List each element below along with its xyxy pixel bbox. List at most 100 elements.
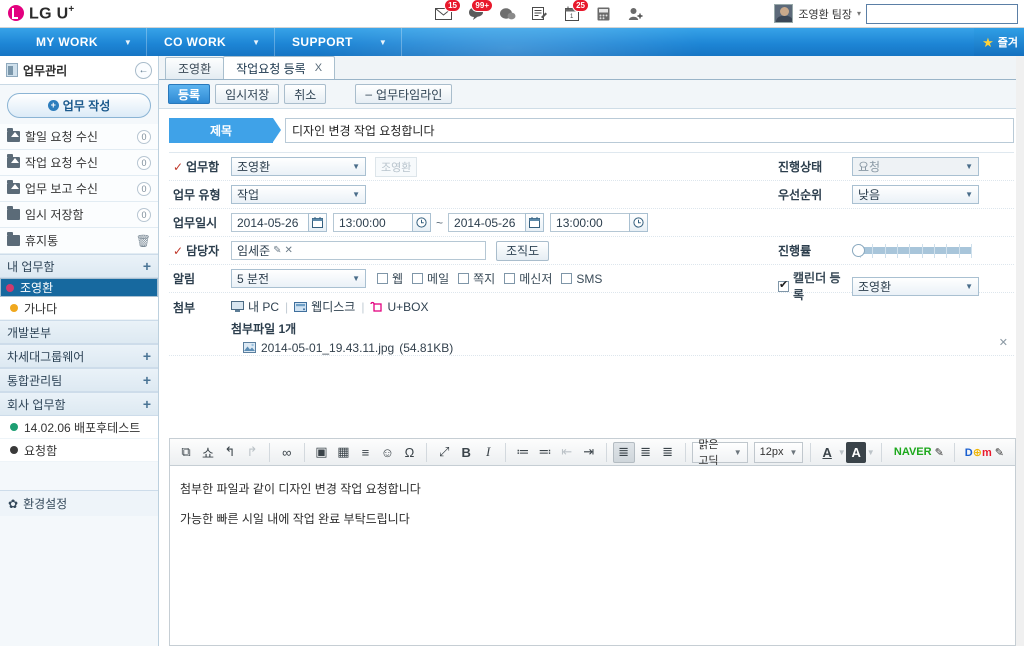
remove-icon[interactable]: ✕	[285, 245, 293, 256]
font-size-select[interactable]: 12px ▼	[753, 441, 804, 463]
ordered-list-icon[interactable]: ≔	[512, 442, 534, 463]
add-contact-icon[interactable]	[626, 4, 645, 23]
attachment-delete-icon[interactable]: ✕	[999, 336, 1008, 349]
workbox-select[interactable]: 조영환 ▼	[231, 157, 366, 176]
register-button[interactable]: 등록	[168, 84, 211, 104]
checkbox[interactable]	[561, 273, 573, 284]
chevron-down-icon[interactable]: ▼	[866, 442, 875, 463]
chat-icon[interactable]	[498, 4, 517, 23]
tab-task-request-register[interactable]: 작업요청 등록 X	[223, 56, 336, 79]
compose-task-button[interactable]: + 업무 작성	[7, 93, 151, 118]
sidebar-item-ganada[interactable]: 가나다	[0, 297, 158, 320]
nav-my-work[interactable]: MY WORK ▼	[22, 28, 148, 56]
sidebar-item-trash[interactable]: 휴지통 🗑	[0, 228, 158, 254]
checkbox[interactable]	[778, 279, 789, 292]
link-icon[interactable]: ∞	[276, 442, 298, 463]
close-icon[interactable]: X	[315, 62, 322, 74]
emoticon-icon[interactable]: ☺	[376, 442, 398, 463]
add-icon[interactable]: +	[143, 259, 151, 273]
calendar-icon[interactable]: 1 25	[562, 0, 589, 23]
sidebar-item-jo-younghwan[interactable]: 조영환	[0, 278, 158, 297]
end-time-clock-icon[interactable]	[629, 213, 649, 232]
sidebar-item-deploy-test[interactable]: 14.02.06 배포후테스트	[0, 416, 158, 439]
memo-icon[interactable]	[530, 4, 549, 23]
tab-jo-younghwan[interactable]: 조영환	[165, 57, 225, 79]
start-date-input[interactable]: 2014-05-26	[231, 213, 309, 232]
outdent-icon[interactable]: ⇤	[556, 442, 578, 463]
sidebar-group-nextgen-groupware[interactable]: 차세대그룹웨어 +	[0, 344, 158, 368]
font-family-select[interactable]: 맑은고딕 ▼	[692, 439, 748, 467]
alarm-channel-note[interactable]: 쪽지	[458, 270, 495, 287]
org-chart-button[interactable]: 조직도	[496, 240, 550, 261]
editor-body[interactable]: 첨부한 파일과 같이 디자인 변경 작업 요청합니다 가능한 빠른 시일 내에 …	[169, 465, 1016, 646]
notice-icon[interactable]: 99+	[466, 0, 493, 23]
attach-source-ubox[interactable]: U+BOX	[370, 300, 428, 314]
sidebar-group-company-workbox[interactable]: 회사 업무함 +	[0, 392, 158, 416]
italic-icon[interactable]: I	[477, 442, 499, 463]
slider-handle[interactable]	[852, 244, 865, 257]
mail-icon[interactable]: 15	[434, 0, 461, 23]
align-center-icon[interactable]: ≣	[635, 442, 657, 463]
trash-icon[interactable]: 🗑	[136, 234, 151, 248]
user-name[interactable]: 조영환 팀장	[798, 6, 852, 22]
source-icon[interactable]: ⧉	[175, 442, 197, 463]
image-icon[interactable]: ▣	[310, 442, 332, 463]
nav-support[interactable]: SUPPORT ▼	[278, 28, 403, 56]
bold-icon[interactable]: B	[455, 442, 477, 463]
worktype-select[interactable]: 작업 ▼	[231, 185, 366, 204]
sidebar-item-drafts[interactable]: 임시 저장함 0	[0, 202, 158, 228]
alarm-channel-sms[interactable]: SMS	[561, 272, 602, 286]
nav-co-work[interactable]: CO WORK ▼	[150, 28, 276, 56]
bullet-list-icon[interactable]: ≕	[534, 442, 556, 463]
alarm-channel-mail[interactable]: 메일	[412, 270, 449, 287]
naver-button[interactable]: NAVER ✎	[888, 442, 950, 463]
redo-icon[interactable]: ↱	[241, 442, 263, 463]
hr-icon[interactable]: ≡	[354, 442, 376, 463]
temp-save-button[interactable]: 임시저장	[215, 84, 280, 104]
sidebar-item-settings[interactable]: ✿ 환경설정	[0, 490, 158, 516]
chevron-down-icon[interactable]: ▾	[857, 9, 861, 18]
priority-select[interactable]: 낮음 ▼	[852, 185, 979, 204]
align-left-icon[interactable]: ≣	[612, 441, 635, 463]
favorites-button[interactable]: ★ 즐겨	[974, 28, 1024, 56]
alarm-channel-messenger[interactable]: 메신저	[504, 270, 552, 287]
add-icon[interactable]: +	[143, 397, 151, 411]
sidebar-group-dev-division[interactable]: 개발본부	[0, 320, 158, 344]
sidebar-item-todo-request[interactable]: 할일 요청 수신 0	[0, 124, 158, 150]
status-select[interactable]: 요청 ▼	[852, 157, 979, 176]
font-color-icon[interactable]: A	[817, 442, 837, 463]
start-time-clock-icon[interactable]	[412, 213, 431, 232]
start-date-calendar-icon[interactable]	[308, 213, 327, 232]
attach-source-mypc[interactable]: 내 PC	[231, 298, 279, 315]
brand-logo[interactable]: LG U+	[0, 4, 75, 23]
end-time-input[interactable]: 13:00:00	[550, 213, 631, 232]
special-char-icon[interactable]: Ω	[398, 442, 420, 463]
checkbox[interactable]	[377, 273, 388, 284]
start-time-input[interactable]: 13:00:00	[333, 213, 413, 232]
alarm-channel-web[interactable]: 웹	[377, 270, 403, 287]
sidebar-item-task-request[interactable]: 작업 요청 수신 0	[0, 150, 158, 176]
collapse-sidebar-button[interactable]: ←	[135, 61, 152, 79]
undo-icon[interactable]: ↰	[219, 442, 241, 463]
align-right-icon[interactable]: ≣	[657, 442, 679, 463]
sidebar-group-integration-team[interactable]: 통합관리팀 +	[0, 368, 158, 392]
background-color-icon[interactable]: A	[846, 441, 867, 463]
calculator-icon[interactable]	[594, 4, 613, 23]
sidebar-item-request-box[interactable]: 요청함	[0, 439, 158, 462]
table-icon[interactable]: ▦	[332, 442, 354, 463]
fullscreen-icon[interactable]: ⤢	[433, 442, 455, 463]
add-icon[interactable]: +	[143, 349, 151, 363]
vertical-scrollbar[interactable]	[1016, 56, 1024, 646]
checkbox[interactable]	[412, 273, 424, 284]
daum-button[interactable]: D⊕m ✎	[959, 442, 1010, 463]
end-date-calendar-icon[interactable]	[525, 213, 545, 232]
assignee-input[interactable]: 임세준 ✎ ✕	[231, 241, 486, 260]
chevron-down-icon[interactable]: ▼	[837, 442, 846, 463]
search-input[interactable]	[866, 3, 1018, 24]
sidebar-item-report-request[interactable]: 업무 보고 수신 0	[0, 176, 158, 202]
end-date-input[interactable]: 2014-05-26	[448, 213, 527, 232]
checkbox[interactable]	[458, 273, 470, 284]
indent-icon[interactable]: ⇥	[578, 442, 600, 463]
attachment-file-item[interactable]: 2014-05-01_19.43.11.jpg (54.81KB)	[231, 341, 1014, 355]
spellcheck-icon[interactable]: 쇼	[197, 442, 219, 463]
